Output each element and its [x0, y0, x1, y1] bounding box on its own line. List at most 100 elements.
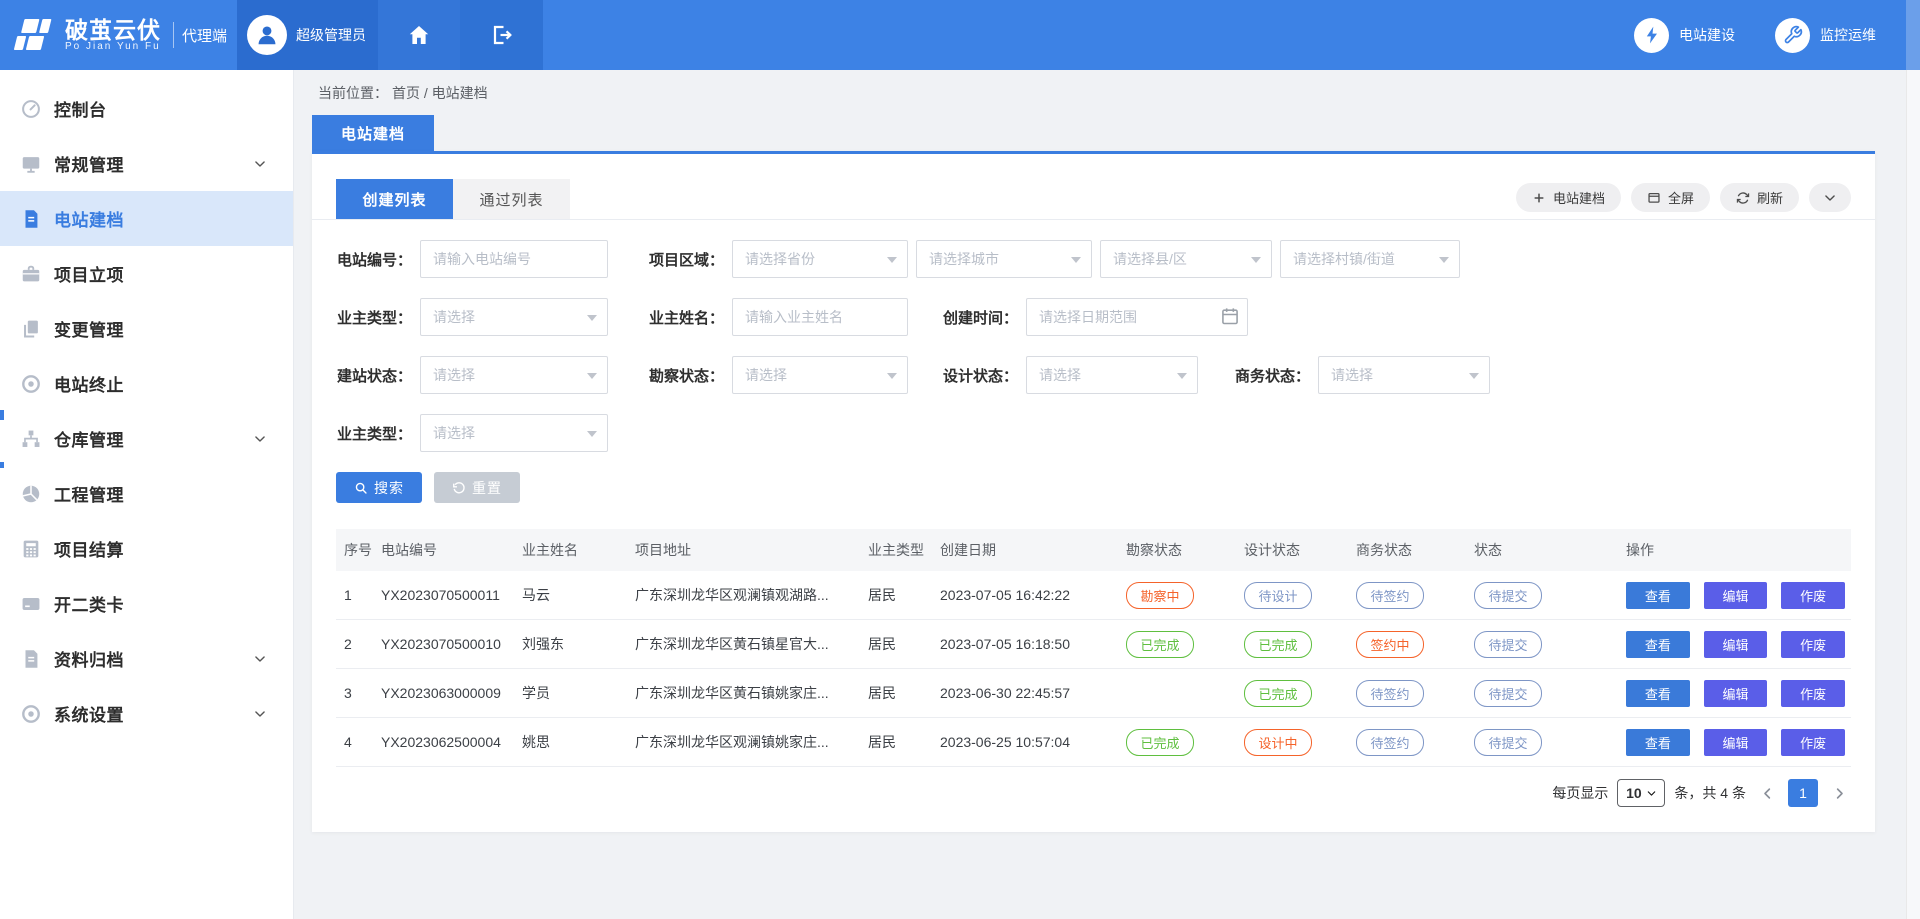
home-button[interactable] — [378, 0, 460, 70]
edit-button[interactable]: 编辑 — [1704, 582, 1768, 609]
sidebar-item-data-archive[interactable]: 资料归档 — [0, 631, 293, 686]
sidebar-scroll-mark — [0, 462, 4, 468]
station-code-label: 电站编号： — [336, 249, 412, 270]
sidebar-item-console[interactable]: 控制台 — [0, 81, 293, 136]
sidebar-item-general-mgmt[interactable]: 常规管理 — [0, 136, 293, 191]
design-status-select[interactable]: 请选择 — [1026, 356, 1198, 394]
chevron-down-icon — [1823, 191, 1837, 205]
caret-down-icon — [587, 431, 597, 437]
page-tab-station-archive[interactable]: 电站建档 — [312, 115, 434, 151]
nav-monitor-ops[interactable]: 监控运维 — [1775, 18, 1876, 53]
chevron-right-icon — [1832, 786, 1847, 801]
cell-create-date: 2023-06-30 22:45:57 — [940, 685, 1126, 701]
prev-page-button[interactable] — [1755, 779, 1779, 807]
void-button[interactable]: 作废 — [1781, 631, 1845, 658]
sidebar-item-engineering-mgmt[interactable]: 工程管理 — [0, 466, 293, 521]
chevron-down-icon — [1646, 788, 1657, 799]
survey-status-select[interactable]: 请选择 — [732, 356, 908, 394]
date-range-input[interactable] — [1026, 298, 1248, 336]
void-button[interactable]: 作废 — [1781, 729, 1845, 756]
design-status-badge: 设计中 — [1244, 729, 1312, 756]
sidebar: 控制台 常规管理 电站建档 项目立项 变更管理 电站终止 仓库管理 工程管理 项… — [0, 70, 294, 919]
view-button[interactable]: 查看 — [1626, 680, 1690, 707]
edit-button[interactable]: 编辑 — [1704, 680, 1768, 707]
tab-passed-list[interactable]: 通过列表 — [453, 179, 570, 219]
design-status-badge: 待设计 — [1244, 582, 1312, 609]
logout-icon — [490, 23, 514, 47]
brand-portal-label: 代理端 — [182, 25, 227, 46]
cell-create-date: 2023-06-25 10:57:04 — [940, 734, 1126, 750]
reset-icon — [452, 481, 466, 495]
caret-down-icon — [1177, 373, 1187, 379]
void-button[interactable]: 作废 — [1781, 582, 1845, 609]
sidebar-item-station-archive[interactable]: 电站建档 — [0, 191, 293, 246]
build-status-select[interactable]: 请选择 — [420, 356, 608, 394]
owner-name-input[interactable] — [732, 298, 908, 336]
brand-divider — [173, 22, 174, 48]
survey-status-badge: 已完成 — [1126, 631, 1194, 658]
owner-type-select[interactable]: 请选择 — [420, 298, 608, 336]
station-code-input[interactable] — [420, 240, 608, 278]
sidebar-item-warehouse-mgmt[interactable]: 仓库管理 — [0, 411, 293, 466]
breadcrumb: 当前位置： 首页 / 电站建档 — [294, 70, 1920, 115]
chevron-down-icon — [253, 707, 267, 721]
collapse-button[interactable] — [1809, 183, 1851, 212]
caret-down-icon — [1439, 257, 1449, 263]
page-number-1[interactable]: 1 — [1788, 779, 1818, 807]
search-button[interactable]: 搜索 — [336, 472, 422, 503]
nav-station-construction[interactable]: 电站建设 — [1634, 18, 1735, 53]
user-menu[interactable]: 超级管理员 — [237, 0, 378, 70]
per-page-select[interactable]: 10 — [1617, 779, 1665, 807]
county-select[interactable]: 请选择县/区 — [1100, 240, 1272, 278]
void-button[interactable]: 作废 — [1781, 680, 1845, 707]
sidebar-item-project-settlement[interactable]: 项目结算 — [0, 521, 293, 576]
cell-address: 广东深圳龙华区黄石镇姚家庄... — [635, 683, 868, 703]
create-station-button[interactable]: 电站建档 — [1516, 183, 1621, 212]
create-time-range[interactable] — [1026, 298, 1248, 336]
monitor-icon — [20, 153, 42, 175]
per-page-label: 每页显示 — [1552, 783, 1608, 803]
avatar[interactable] — [247, 15, 287, 55]
card-icon — [20, 593, 42, 615]
business-status-select[interactable]: 请选择 — [1318, 356, 1490, 394]
chevron-down-icon — [253, 157, 267, 171]
city-select[interactable]: 请选择城市 — [916, 240, 1092, 278]
edit-button[interactable]: 编辑 — [1704, 631, 1768, 658]
build-status-label: 建站状态： — [336, 365, 412, 386]
list-tab-row: 创建列表 通过列表 电站建档 全屏 刷新 — [312, 154, 1875, 220]
cell-station-code: YX2023070500010 — [381, 636, 522, 652]
design-status-badge: 已完成 — [1244, 631, 1312, 658]
logout-button[interactable] — [460, 0, 543, 70]
business-status-badge: 签约中 — [1356, 631, 1424, 658]
refresh-button[interactable]: 刷新 — [1720, 183, 1799, 212]
sidebar-item-project-initiation[interactable]: 项目立项 — [0, 246, 293, 301]
owner-type2-select[interactable]: 请选择 — [420, 414, 608, 452]
status-badge: 待提交 — [1474, 631, 1542, 658]
sidebar-item-station-termination[interactable]: 电站终止 — [0, 356, 293, 411]
reset-button[interactable]: 重置 — [434, 472, 520, 503]
breadcrumb-path[interactable]: 首页 / 电站建档 — [392, 83, 488, 103]
edit-button[interactable]: 编辑 — [1704, 729, 1768, 756]
plus-icon — [1532, 191, 1546, 205]
next-page-button[interactable] — [1827, 779, 1851, 807]
view-button[interactable]: 查看 — [1626, 582, 1690, 609]
caret-down-icon — [887, 373, 897, 379]
status-badge: 待提交 — [1474, 680, 1542, 707]
sidebar-item-class2-card[interactable]: 开二类卡 — [0, 576, 293, 631]
gauge-icon — [20, 98, 42, 120]
owner-type-label: 业主类型： — [336, 307, 412, 328]
town-select[interactable]: 请选择村镇/街道 — [1280, 240, 1460, 278]
brand-subtitle: Po Jian Yun Fu — [65, 42, 161, 53]
fullscreen-button[interactable]: 全屏 — [1631, 183, 1710, 212]
business-status-label: 商务状态： — [1234, 365, 1310, 386]
province-select[interactable]: 请选择省份 — [732, 240, 908, 278]
home-icon — [407, 23, 431, 47]
view-button[interactable]: 查看 — [1626, 631, 1690, 658]
scrollbar-track[interactable] — [1906, 70, 1920, 919]
nav-station-construction-label: 电站建设 — [1679, 25, 1735, 45]
tab-create-list[interactable]: 创建列表 — [336, 179, 453, 219]
sidebar-item-system-settings[interactable]: 系统设置 — [0, 686, 293, 741]
sidebar-item-change-mgmt[interactable]: 变更管理 — [0, 301, 293, 356]
view-button[interactable]: 查看 — [1626, 729, 1690, 756]
survey-status-badge: 已完成 — [1126, 729, 1194, 756]
